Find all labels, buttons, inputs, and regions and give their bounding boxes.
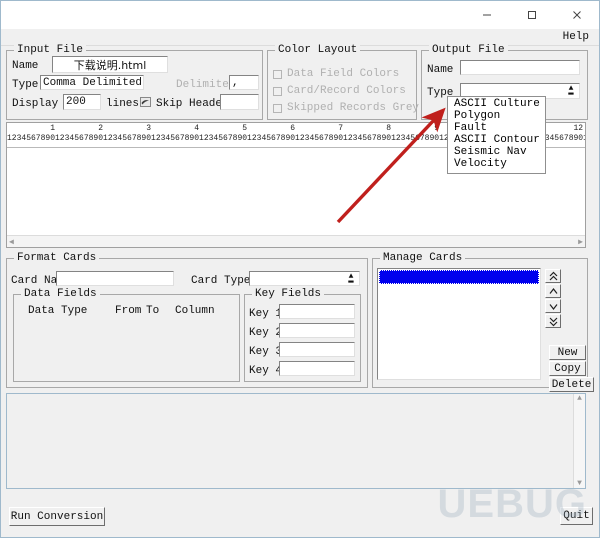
delimiter-field[interactable]: , [229,75,259,90]
menu-item-help[interactable]: Help [561,31,591,43]
display-lines-value: 200 [66,96,86,108]
chevron-down-icon[interactable]: ▲▬ [142,78,143,88]
display-lines-label: Display [12,98,59,110]
checkbox-icon [273,69,282,79]
key-2-field[interactable] [279,323,355,338]
data-fields-column-to: To [146,305,160,317]
output-name-label: Name [427,64,454,76]
move-down-button[interactable] [545,299,561,313]
scroll-right-icon[interactable]: ▶ [578,237,583,247]
input-type-combo[interactable]: Comma Delimited ▲▬ [40,75,144,90]
checkbox-data-field-colors-label: Data Field Colors [287,68,400,80]
delimiter-value: , [232,76,239,89]
scroll-left-icon[interactable]: ◀ [9,237,14,247]
client-area: Input File Name 下载说明.html Type Comma Del… [1,44,599,537]
dropdown-option-ascii-contour[interactable]: ASCII Contour [448,134,545,146]
new-card-button[interactable]: New [549,345,586,360]
card-type-combo[interactable]: ▲ ▬ [249,271,360,286]
output-file-group-title: Output File [429,44,508,56]
card-name-field[interactable] [56,271,174,286]
quit-button[interactable]: Quit [560,507,593,525]
move-up-button[interactable] [545,284,561,298]
input-name-value: 下载说明.html [73,58,147,72]
move-bottom-button[interactable] [545,314,561,328]
key-3-label: Key 3 [249,346,283,358]
dropdown-option-velocity[interactable]: Velocity [448,158,545,170]
key-2-label: Key 2 [249,327,283,339]
checkbox-skipped-records-grey[interactable]: Skipped Records Grey [273,102,419,114]
output-name-field[interactable] [460,60,580,75]
input-name-label: Name [12,60,39,72]
manage-cards-group-title: Manage Cards [380,252,466,264]
display-lines-field[interactable]: 200 [63,94,101,110]
format-cards-group-title: Format Cards [14,252,100,264]
title-bar [1,1,599,29]
key-1-field[interactable] [279,304,355,319]
input-type-value: Comma Delimited [43,76,143,89]
manage-cards-list[interactable] [377,268,541,380]
maximize-button[interactable] [509,2,554,29]
application-window: Help Input File Name 下载说明.html Type Comm… [0,0,600,538]
dropdown-option-polygon[interactable]: Polygon [448,110,545,122]
data-fields-column-data-type: Data Type [28,305,88,317]
checkbox-skipped-records-grey-label: Skipped Records Grey [287,102,420,114]
data-fields-group-title: Data Fields [21,288,100,300]
input-file-group-title: Input File [14,44,87,56]
color-layout-group-title: Color Layout [275,44,361,56]
dropdown-option-fault[interactable]: Fault [448,122,545,134]
checkbox-card-record-colors[interactable]: Card/Record Colors [273,85,406,97]
dropdown-option-seismic-nav[interactable]: Seismic Nav [448,146,545,158]
delimiter-label: Delimiter [176,79,236,91]
card-type-label: Card Type [191,275,251,287]
key-3-field[interactable] [279,342,355,357]
chevron-down-icon[interactable]: ▲▬ [565,85,577,98]
key-4-field[interactable] [279,361,355,376]
dropdown-option-ascii-culture[interactable]: ASCII Culture [448,98,545,110]
key-fields-group-title: Key Fields [252,288,325,300]
delete-card-button[interactable]: Delete [549,377,594,392]
skip-headers-field[interactable] [220,94,259,110]
key-4-label: Key 4 [249,365,283,377]
copy-card-button[interactable]: Copy [549,361,586,376]
list-item[interactable] [379,270,539,284]
close-button[interactable] [554,2,599,29]
lines-label: lines [106,98,140,110]
scroll-down-icon[interactable]: ▼ [577,479,582,488]
checkbox-icon [273,103,282,113]
log-vertical-scrollbar[interactable]: ▲ ▼ [573,394,585,488]
data-fields-column-from: From [115,305,142,317]
output-type-dropdown-list[interactable]: ASCII Culture Polygon Fault ASCII Contou… [447,96,546,174]
preview-horizontal-scrollbar[interactable]: ◀ ▶ [7,235,585,247]
checkbox-card-record-colors-label: Card/Record Colors [287,85,406,97]
scroll-up-icon[interactable]: ▲ [577,394,582,403]
run-conversion-button[interactable]: Run Conversion [9,507,105,526]
log-output-panel[interactable]: ▲ ▼ [6,393,586,489]
checkbox-data-field-colors[interactable]: Data Field Colors [273,68,399,80]
key-1-label: Key 1 [249,308,283,320]
input-type-label: Type [12,79,39,91]
minimize-button[interactable] [464,2,509,29]
input-name-field[interactable]: 下载说明.html [52,56,168,73]
checkbox-icon [273,86,282,96]
move-top-button[interactable] [545,269,561,283]
chevron-down-icon[interactable]: ▲▬ [345,272,357,285]
data-fields-column-column: Column [175,305,215,317]
skip-headers-check-icon [140,97,151,111]
